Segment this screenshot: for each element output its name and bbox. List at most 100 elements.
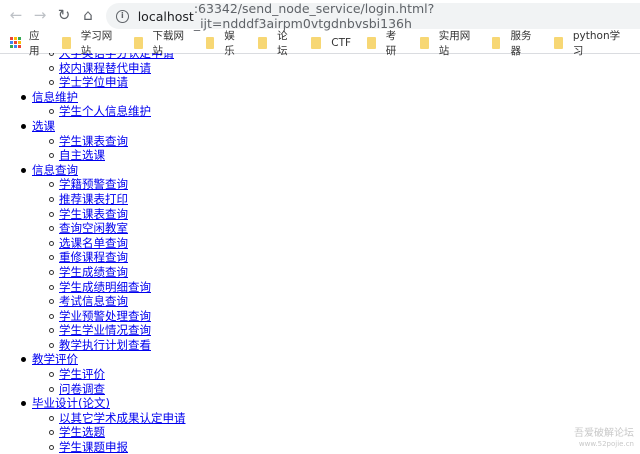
submenu-item: 学生成绩明细查询 [32,280,186,295]
bullet-icon [21,401,26,407]
circle-bullet-icon [49,153,54,159]
url-path: :63342/send_node_service/login.html?_ijt… [193,1,435,31]
folder-icon [311,36,322,49]
bullet-icon [21,357,26,363]
submenu: 学生评价 问卷调查 [32,367,186,396]
submenu-item: 学生课题申报 [32,440,186,454]
circle-bullet-icon [49,138,54,144]
menu-group-link[interactable]: 信息查询 [32,163,78,177]
submenu-link[interactable]: 推荐课表打印 [59,192,128,206]
submenu-item: 学生个人信息维护 [32,104,186,119]
submenu-link[interactable]: 自主选课 [59,148,105,162]
folder-icon [367,36,376,49]
back-icon[interactable]: ← [4,6,28,24]
watermark: 吾爱破解论坛 www.52pojie.cn [574,428,634,450]
circle-bullet-icon [49,240,54,246]
menu-group-link[interactable]: 毕业设计(论文) [32,396,110,410]
watermark-title: 吾爱破解论坛 [574,428,634,439]
submenu-item: 问卷调查 [32,382,186,397]
circle-bullet-icon [49,415,54,421]
menu-group-link[interactable]: 选课 [32,119,55,133]
submenu-item: 学生学业情况查询 [32,323,186,338]
submenu-link[interactable]: 学生学业情况查询 [59,323,151,337]
menu-group-link[interactable]: 教学评价 [32,352,78,366]
submenu-item: 考试信息查询 [32,294,186,309]
circle-bullet-icon [49,372,54,378]
submenu-item: 学生选题 [32,425,186,440]
menu-group-link[interactable]: 信息维护 [32,90,78,104]
submenu-link[interactable]: 校内课程替代申请 [59,61,151,75]
address-bar[interactable]: i localhost:63342/send_node_service/logi… [106,1,640,31]
submenu-link[interactable]: 学生个人信息维护 [59,104,151,118]
info-icon[interactable]: i [116,9,129,23]
folder-icon [491,36,501,49]
menu-group: 信息查询 学籍预警查询 推荐课表打印 学生课表查询 查询空闲教室 选课名单查询 重修课程查询… [0,163,186,353]
submenu-link[interactable]: 学生课题申报 [59,440,128,454]
circle-bullet-icon [49,299,54,305]
circle-bullet-icon [49,255,54,261]
submenu: 学生个人信息维护 [32,104,186,119]
circle-bullet-icon [49,313,54,319]
submenu-item: 学生成绩查询 [32,265,186,280]
folder-icon [133,36,143,49]
submenu-link[interactable]: 学生课表查询 [59,207,128,221]
nav-menu: 大学英语学分认定申请 校内课程替代申请 学士学位申请 信息维护 学生个人信息维护 选课 学生… [0,53,186,454]
submenu-item: 校内课程替代申请 [32,61,186,76]
circle-bullet-icon [49,342,54,348]
menu-group: 教学评价 学生评价 问卷调查 [0,352,186,396]
folder-icon [258,36,268,49]
submenu-item: 自主选课 [32,148,186,163]
submenu-link[interactable]: 查询空闲教室 [59,221,128,235]
folder-icon [205,36,215,49]
submenu-link[interactable]: 学生评价 [59,367,105,381]
circle-bullet-icon [49,211,54,217]
submenu-link[interactable]: 学生选题 [59,425,105,439]
submenu-item: 以其它学术成果认定申请 [32,411,186,426]
submenu-link[interactable]: 考试信息查询 [59,294,128,308]
submenu-link[interactable]: 重修课程查询 [59,250,128,264]
circle-bullet-icon [49,386,54,392]
submenu-item: 学业预警处理查询 [32,309,186,324]
submenu-link[interactable]: 学籍预警查询 [59,177,128,191]
submenu-item: 重修课程查询 [32,250,186,265]
submenu-link[interactable]: 问卷调查 [59,382,105,396]
submenu-link[interactable]: 教学执行计划查看 [59,338,151,352]
submenu-link[interactable]: 学士学位申请 [59,75,128,89]
folder-icon [419,36,429,49]
menu-group: 信息维护 学生个人信息维护 [0,90,186,119]
forward-icon[interactable]: → [28,6,52,24]
submenu-link[interactable]: 学生成绩查询 [59,265,128,279]
submenu-item: 大学英语学分认定申请 [32,53,186,61]
url-host: localhost [137,8,194,24]
bookmarks-bar: 应用 学习网站 下载网站 娱乐 论坛 CTF 考研 实用网站 服务器 python学习 [0,30,640,57]
watermark-url: www.52pojie.cn [578,440,634,448]
submenu-link[interactable]: 大学英语学分认定申请 [59,53,174,60]
submenu: 学籍预警查询 推荐课表打印 学生课表查询 查询空闲教室 选课名单查询 重修课程查询 学生成绩… [32,177,186,352]
submenu-item: 学生评价 [32,367,186,382]
submenu-link[interactable]: 选课名单查询 [59,236,128,250]
folder-icon [61,36,71,49]
circle-bullet-icon [49,226,54,232]
circle-bullet-icon [49,109,54,115]
bookmark-folder[interactable]: CTF [311,36,351,49]
circle-bullet-icon [49,430,54,436]
submenu-link[interactable]: 以其它学术成果认定申请 [59,411,186,425]
bullet-icon [21,123,26,129]
menu-group: 大学英语学分认定申请 校内课程替代申请 学士学位申请 [0,53,186,90]
circle-bullet-icon [49,53,54,56]
reload-icon[interactable]: ↻ [52,6,76,24]
submenu-item: 学籍预警查询 [32,177,186,192]
submenu-item: 学生课表查询 [32,207,186,222]
home-icon[interactable]: ⌂ [76,6,100,24]
circle-bullet-icon [49,196,54,202]
submenu-link[interactable]: 学生成绩明细查询 [59,280,151,294]
submenu-link[interactable]: 学生课表查询 [59,134,128,148]
submenu-link[interactable]: 学业预警处理查询 [59,309,151,323]
submenu-item: 选课名单查询 [32,236,186,251]
submenu: 以其它学术成果认定申请 学生选题 学生课题申报 [32,411,186,454]
submenu-item: 学士学位申请 [32,75,186,90]
browser-toolbar: ← → ↻ ⌂ i localhost:63342/send_node_serv… [0,0,640,31]
circle-bullet-icon [49,65,54,71]
circle-bullet-icon [49,182,54,188]
circle-bullet-icon [49,445,54,451]
